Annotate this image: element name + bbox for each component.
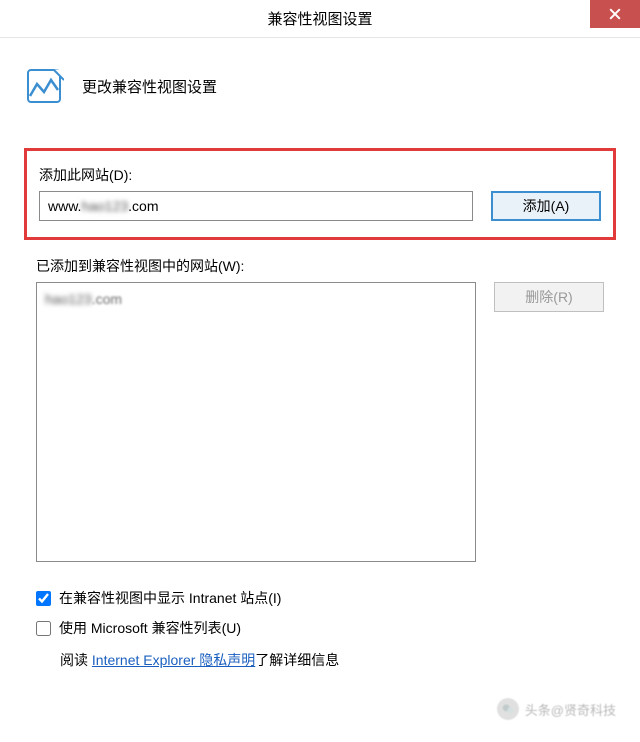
website-input[interactable]: www.hao123.com <box>39 191 473 221</box>
wechat-icon <box>497 698 519 720</box>
privacy-link[interactable]: Internet Explorer 隐私声明 <box>92 652 255 668</box>
list-item[interactable]: hao123.com <box>45 289 467 309</box>
close-icon <box>609 8 621 20</box>
titlebar: 兼容性视图设置 <box>0 0 640 38</box>
add-website-row: www.hao123.com 添加(A) <box>39 191 601 221</box>
mslist-checkbox[interactable] <box>36 621 51 636</box>
watermark: 头条@贤奇科技 <box>497 698 616 720</box>
close-button[interactable] <box>590 0 640 28</box>
dialog-content: 更改兼容性视图设置 添加此网站(D): www.hao123.com 添加(A)… <box>0 38 640 670</box>
window-title: 兼容性视图设置 <box>267 8 372 29</box>
add-website-highlight: 添加此网站(D): www.hao123.com 添加(A) <box>24 148 616 240</box>
added-list-row: hao123.com 删除(R) <box>36 282 604 562</box>
added-list-section: 已添加到兼容性视图中的网站(W): hao123.com 删除(R) 在兼容性视… <box>24 256 616 670</box>
intranet-checkbox-label: 在兼容性视图中显示 Intranet 站点(I) <box>59 588 281 608</box>
intranet-checkbox[interactable] <box>36 591 51 606</box>
privacy-link-row: 阅读 Internet Explorer 隐私声明了解详细信息 <box>36 650 604 670</box>
mslist-checkbox-row[interactable]: 使用 Microsoft 兼容性列表(U) <box>36 618 604 638</box>
compat-view-icon <box>24 66 64 106</box>
add-website-label: 添加此网站(D): <box>39 165 601 185</box>
added-list-label: 已添加到兼容性视图中的网站(W): <box>36 256 604 276</box>
header-row: 更改兼容性视图设置 <box>24 66 616 106</box>
add-button[interactable]: 添加(A) <box>491 191 601 221</box>
link-suffix: 了解详细信息 <box>255 652 339 668</box>
header-text: 更改兼容性视图设置 <box>82 76 217 97</box>
added-sites-listbox[interactable]: hao123.com <box>36 282 476 562</box>
link-prefix: 阅读 <box>60 652 92 668</box>
remove-button[interactable]: 删除(R) <box>494 282 604 312</box>
watermark-text: 头条@贤奇科技 <box>525 700 616 719</box>
mslist-checkbox-label: 使用 Microsoft 兼容性列表(U) <box>59 618 241 638</box>
intranet-checkbox-row[interactable]: 在兼容性视图中显示 Intranet 站点(I) <box>36 588 604 608</box>
